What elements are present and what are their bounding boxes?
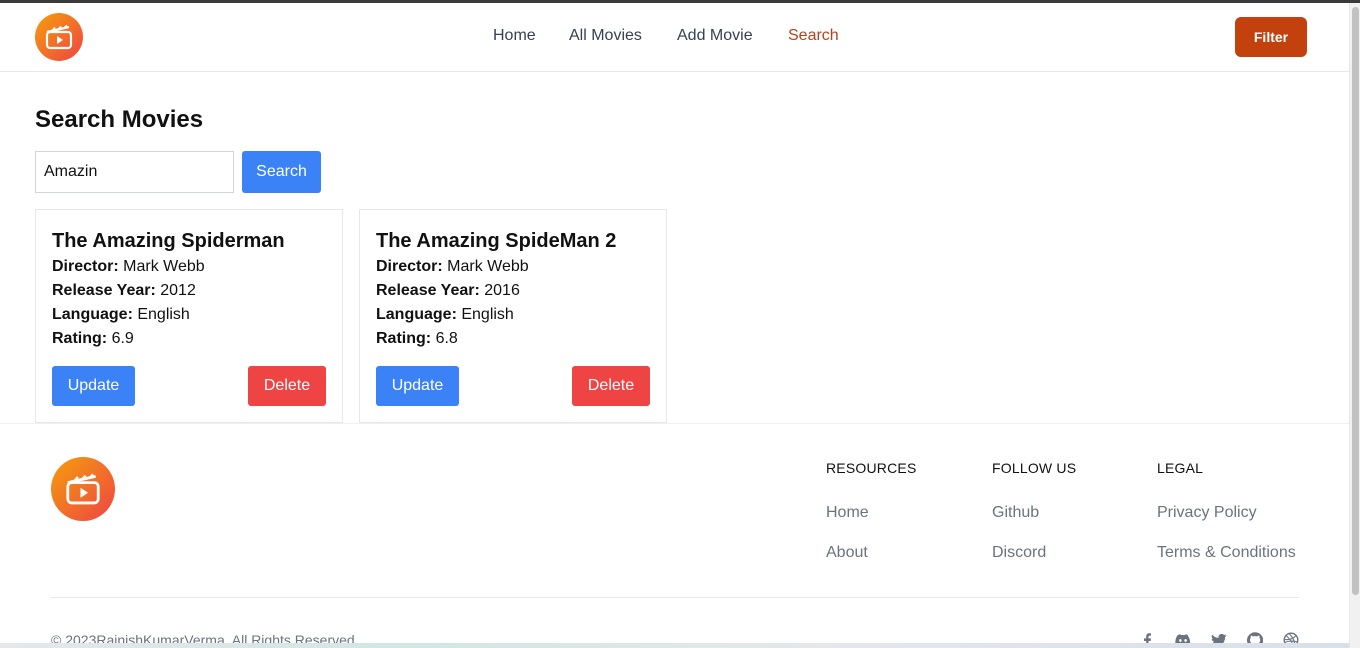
- movie-card: The Amazing SpideMan 2 Director: Mark We…: [359, 209, 667, 423]
- language-label: Language:: [52, 306, 133, 323]
- release-year-value: 2016: [484, 282, 520, 299]
- update-button[interactable]: Update: [376, 366, 459, 406]
- movie-release-year: Release Year: 2012: [52, 282, 196, 300]
- footer-link-github[interactable]: Github: [992, 504, 1039, 522]
- rating-value: 6.8: [435, 330, 458, 347]
- footer-heading-follow-us: FOLLOW US: [992, 460, 1077, 476]
- clapperboard-icon: [66, 473, 100, 505]
- director-value: Mark Webb: [123, 258, 205, 275]
- movie-language: Language: English: [52, 306, 190, 324]
- movie-release-year: Release Year: 2016: [376, 282, 520, 300]
- release-year-value: 2012: [160, 282, 196, 299]
- movie-card: The Amazing Spiderman Director: Mark Web…: [35, 209, 343, 423]
- search-button[interactable]: Search: [242, 151, 321, 193]
- footer-heading-legal: LEGAL: [1157, 460, 1204, 476]
- main-nav: Home All Movies Add Movie Search: [0, 3, 1349, 72]
- director-value: Mark Webb: [447, 258, 529, 275]
- nav-add-movie[interactable]: Add Movie: [677, 27, 753, 45]
- nav-all-movies[interactable]: All Movies: [569, 27, 642, 45]
- footer-link-discord[interactable]: Discord: [992, 544, 1046, 562]
- movie-director: Director: Mark Webb: [376, 258, 529, 276]
- scrollbar-thumb[interactable]: [1352, 7, 1359, 595]
- delete-button[interactable]: Delete: [248, 366, 326, 406]
- language-label: Language:: [376, 306, 457, 323]
- nav-search[interactable]: Search: [788, 27, 839, 45]
- language-value: English: [137, 306, 190, 323]
- rating-value: 6.9: [111, 330, 134, 347]
- nav-home[interactable]: Home: [493, 27, 536, 45]
- rating-label: Rating:: [376, 330, 432, 347]
- page-title: Search Movies: [35, 106, 204, 133]
- movie-rating: Rating: 6.8: [376, 330, 458, 348]
- footer-heading-resources: RESOURCES: [826, 460, 917, 476]
- movie-rating: Rating: 6.9: [52, 330, 134, 348]
- language-value: English: [461, 306, 514, 323]
- footer-link-about[interactable]: About: [826, 544, 868, 562]
- movie-title: The Amazing Spiderman: [52, 230, 285, 252]
- rating-label: Rating:: [52, 330, 108, 347]
- vertical-scrollbar[interactable]: [1349, 3, 1360, 648]
- director-label: Director:: [376, 258, 443, 275]
- movie-director: Director: Mark Webb: [52, 258, 205, 276]
- footer-logo-icon[interactable]: [51, 457, 115, 521]
- footer-link-privacy-policy[interactable]: Privacy Policy: [1157, 504, 1257, 522]
- site-header: Home All Movies Add Movie Search Filter: [0, 3, 1349, 72]
- filter-button[interactable]: Filter: [1235, 17, 1307, 57]
- director-label: Director:: [52, 258, 119, 275]
- search-input[interactable]: [35, 151, 234, 193]
- footer-link-home[interactable]: Home: [826, 504, 869, 522]
- bottom-taskbar-strip: [0, 643, 1349, 648]
- delete-button[interactable]: Delete: [572, 366, 650, 406]
- release-year-label: Release Year:: [52, 282, 156, 299]
- footer-divider: [51, 597, 1299, 598]
- footer-link-terms[interactable]: Terms & Conditions: [1157, 544, 1296, 562]
- site-footer: RESOURCES Home About FOLLOW US Github Di…: [0, 423, 1349, 648]
- update-button[interactable]: Update: [52, 366, 135, 406]
- release-year-label: Release Year:: [376, 282, 480, 299]
- movie-language: Language: English: [376, 306, 514, 324]
- movie-title: The Amazing SpideMan 2: [376, 230, 617, 252]
